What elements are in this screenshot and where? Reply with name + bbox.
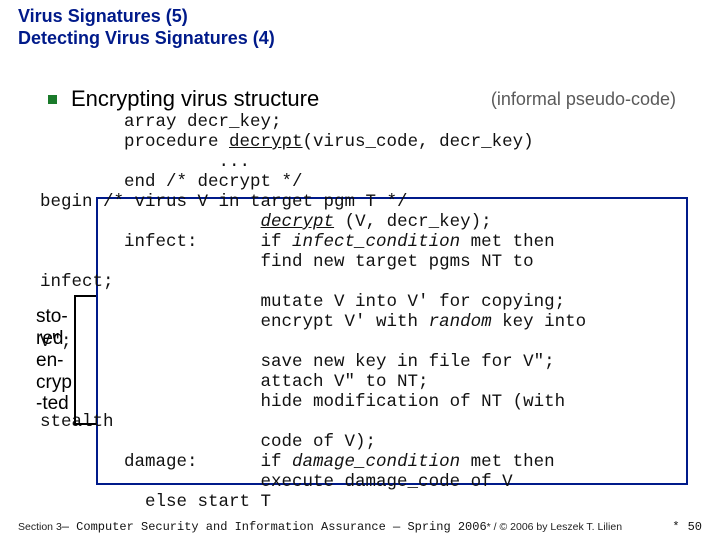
- code-l6c: (V, decr_key);: [334, 212, 492, 232]
- code-l19: execute damage_code of V: [40, 472, 513, 492]
- code-l7a: infect: if: [40, 232, 292, 252]
- pseudocode: array decr_key; procedure decrypt(virus_…: [40, 112, 586, 512]
- code-l8: find new target pgms NT to: [40, 252, 534, 272]
- code-l9: infect;: [40, 272, 114, 292]
- code-l10: mutate V into V' for copying;: [40, 292, 565, 312]
- code-l18b: damage_condition: [292, 452, 460, 472]
- code-l20: else start T: [40, 492, 271, 512]
- title-line-2: Detecting Virus Signatures (4): [18, 28, 275, 50]
- code-l13: save new key in file for V";: [40, 352, 555, 372]
- heading-text: Encrypting virus structure: [71, 86, 319, 112]
- slide-title: Virus Signatures (5) Detecting Virus Sig…: [18, 6, 275, 49]
- code-l6b: decrypt: [261, 212, 335, 232]
- heading-note: (informal pseudo-code): [491, 89, 688, 110]
- footer-star: *: [672, 520, 679, 534]
- code-l2b: decrypt: [229, 132, 303, 152]
- heading-row: Encrypting virus structure (informal pse…: [48, 86, 688, 112]
- code-l3: ...: [40, 152, 250, 172]
- footer-copyright: * / © 2006 by Leszek T. Lilien: [487, 521, 622, 533]
- code-l14: attach V" to NT;: [40, 372, 429, 392]
- footer: Section 3 — Computer Security and Inform…: [18, 520, 702, 534]
- code-l18c: met then: [460, 452, 555, 472]
- bullet-icon: [48, 95, 57, 104]
- code-l17: code of V);: [40, 432, 376, 452]
- footer-section: Section 3: [18, 521, 62, 533]
- code-l7c: met then: [460, 232, 555, 252]
- code-l4: end /* decrypt */: [40, 172, 303, 192]
- code-l7b: infect_condition: [292, 232, 460, 252]
- code-l11a: encrypt V' with: [40, 312, 429, 332]
- side-label: sto-reden-cryp-ted: [36, 306, 84, 415]
- code-l2c: (virus_code, decr_key): [303, 132, 534, 152]
- code-l2a: procedure: [40, 132, 229, 152]
- code-l1: array decr_key;: [40, 112, 282, 132]
- code-l11c: key into: [492, 312, 587, 332]
- footer-pageno: 50: [688, 520, 702, 534]
- code-l6a: [40, 212, 261, 232]
- code-l11b: random: [429, 312, 492, 332]
- footer-course: — Computer Security and Information Assu…: [62, 520, 487, 534]
- code-l18a: damage: if: [40, 452, 292, 472]
- code-l15: hide modification of NT (with: [40, 392, 565, 412]
- code-l5: begin /* virus V in target pgm T */: [40, 192, 408, 212]
- title-line-1: Virus Signatures (5): [18, 6, 275, 28]
- connector-bottom: [74, 423, 96, 425]
- connector-top: [74, 295, 96, 297]
